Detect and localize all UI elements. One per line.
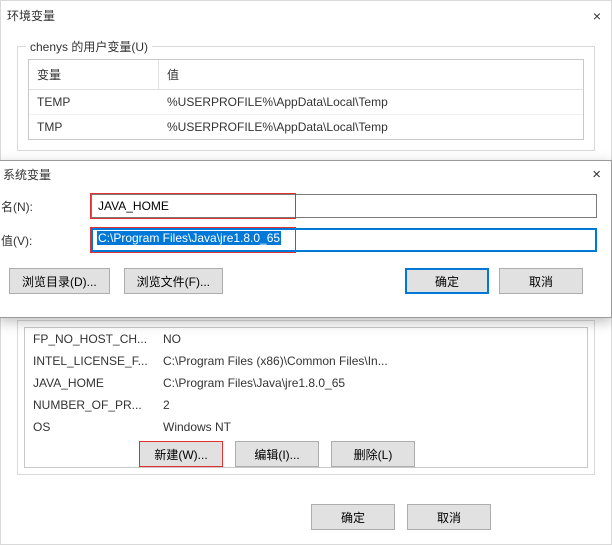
cell-value: %USERPROFILE%\AppData\Local\Temp	[159, 90, 583, 114]
user-vars-table[interactable]: 变量 值 TEMP %USERPROFILE%\AppData\Local\Te…	[28, 59, 584, 140]
main-title: 环境变量	[7, 7, 55, 24]
cell-name: JAVA_HOME	[33, 376, 163, 390]
table-row[interactable]: INTEL_LICENSE_F... C:\Program Files (x86…	[25, 350, 587, 372]
cell-value: %USERPROFILE%\AppData\Local\Temp	[159, 115, 583, 139]
edit-button[interactable]: 编辑(I)...	[235, 441, 319, 467]
ok-button[interactable]: 确定	[405, 268, 489, 294]
cell-name: NUMBER_OF_PR...	[33, 398, 163, 412]
variable-value-label: 值(V):	[0, 232, 91, 249]
close-icon[interactable]: ×	[593, 8, 601, 24]
variable-name-row: 名(N):	[0, 194, 597, 218]
ok-button[interactable]: 确定	[311, 504, 395, 530]
variable-name-label: 名(N):	[0, 198, 91, 215]
cell-value: Windows NT	[163, 420, 579, 434]
system-vars-buttons: 新建(W)... 编辑(I)... 删除(L)	[139, 441, 415, 467]
modal-titlebar: 系统变量 ×	[0, 161, 611, 186]
main-titlebar: 环境变量 ×	[1, 1, 611, 28]
modal-buttons: 浏览目录(D)... 浏览文件(F)... 确定 取消	[0, 262, 597, 294]
modal-title: 系统变量	[3, 166, 51, 183]
table-row[interactable]: TMP %USERPROFILE%\AppData\Local\Temp	[29, 115, 583, 139]
variable-name-input[interactable]	[91, 194, 597, 218]
cell-value: 2	[163, 398, 579, 412]
close-icon[interactable]: ×	[592, 166, 601, 183]
cell-value: C:\Program Files\Java\jre1.8.0_65	[163, 376, 579, 390]
cell-name: TMP	[29, 115, 159, 139]
table-header: 变量 值	[29, 60, 583, 90]
table-row[interactable]: NUMBER_OF_PR... 2	[25, 394, 587, 416]
cell-value: C:\Program Files (x86)\Common Files\In..…	[163, 354, 579, 368]
cell-value: NO	[163, 332, 579, 346]
cell-name: FP_NO_HOST_CH...	[33, 332, 163, 346]
browse-directory-button[interactable]: 浏览目录(D)...	[9, 268, 110, 294]
edit-system-variable-dialog: 系统变量 × 名(N): 值(V): C:\Program Files\Java…	[0, 160, 612, 318]
table-row[interactable]: JAVA_HOME C:\Program Files\Java\jre1.8.0…	[25, 372, 587, 394]
user-vars-groupbox: chenys 的用户变量(U) 变量 值 TEMP %USERPROFILE%\…	[17, 46, 595, 151]
browse-file-button[interactable]: 浏览文件(F)...	[124, 268, 223, 294]
main-dialog-buttons: 确定 取消	[311, 504, 491, 530]
table-row[interactable]: TEMP %USERPROFILE%\AppData\Local\Temp	[29, 90, 583, 115]
modal-body: 名(N): 值(V): C:\Program Files\Java\jre1.8…	[0, 186, 611, 298]
variable-value-input[interactable]	[91, 228, 597, 252]
cell-name: TEMP	[29, 90, 159, 114]
variable-value-row: 值(V): C:\Program Files\Java\jre1.8.0_65	[0, 228, 597, 252]
delete-button[interactable]: 删除(L)	[331, 441, 415, 467]
cancel-button[interactable]: 取消	[499, 268, 583, 294]
cell-name: INTEL_LICENSE_F...	[33, 354, 163, 368]
cell-name: OS	[33, 420, 163, 434]
header-value[interactable]: 值	[159, 60, 583, 89]
table-row[interactable]: OS Windows NT	[25, 416, 587, 438]
cancel-button[interactable]: 取消	[407, 504, 491, 530]
new-button[interactable]: 新建(W)...	[139, 441, 223, 467]
user-vars-title: chenys 的用户变量(U)	[26, 38, 152, 55]
table-row[interactable]: FP_NO_HOST_CH... NO	[25, 328, 587, 350]
header-name[interactable]: 变量	[29, 60, 159, 89]
